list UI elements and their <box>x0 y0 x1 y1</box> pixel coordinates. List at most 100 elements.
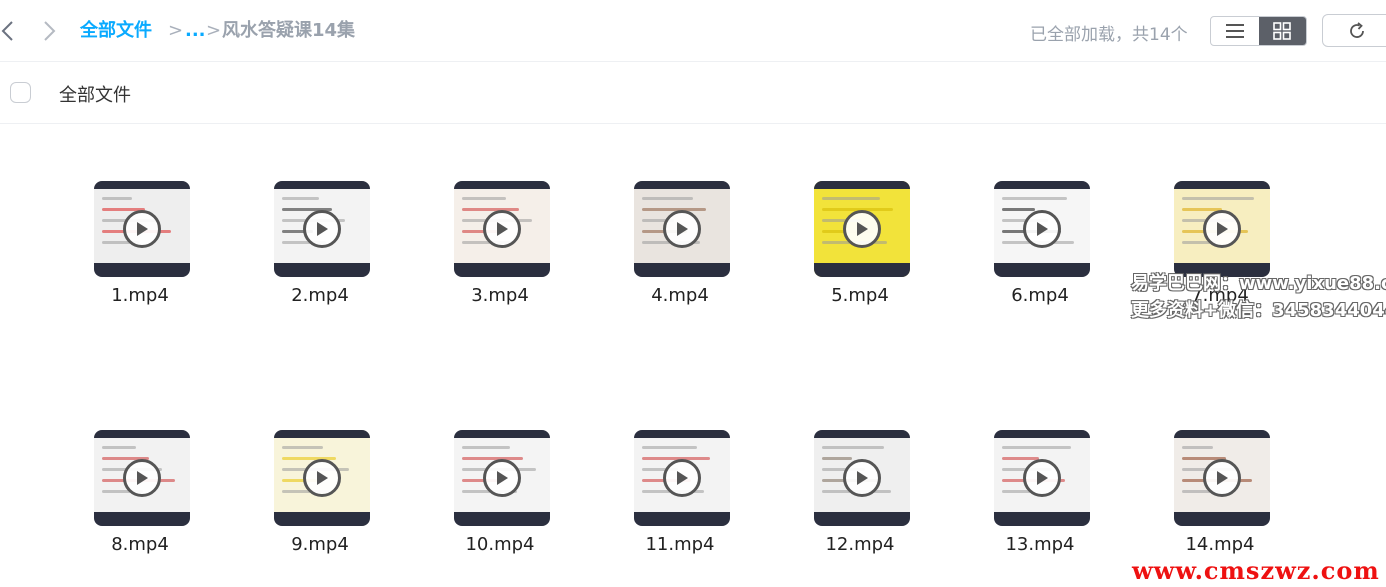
thumbnail-text-line <box>1002 446 1071 449</box>
thumbnail-text-line <box>1002 208 1035 211</box>
thumbnail-bottom-bar <box>274 263 370 277</box>
file-name[interactable]: 9.mp4 <box>250 534 390 555</box>
video-thumbnail[interactable] <box>634 430 730 526</box>
file-tile[interactable]: 11.mp4 <box>610 430 750 570</box>
file-name[interactable]: 11.mp4 <box>610 534 750 555</box>
video-thumbnail[interactable] <box>994 181 1090 277</box>
video-thumbnail[interactable] <box>814 430 910 526</box>
watermark-line-2: 更多资料+微信：3458344044 <box>1131 300 1386 321</box>
thumbnail-text-line <box>1182 446 1213 449</box>
video-thumbnail[interactable] <box>454 430 550 526</box>
file-name[interactable]: 1.mp4 <box>70 285 210 306</box>
file-tile[interactable]: 8.mp4 <box>70 430 210 570</box>
grid-icon <box>1273 22 1292 40</box>
play-icon[interactable] <box>483 459 521 497</box>
watermark-line-3: www.cmszwz.com <box>1132 556 1380 585</box>
file-tile[interactable]: 12.mp4 <box>790 430 930 570</box>
back-arrow-icon[interactable] <box>0 18 18 44</box>
file-name[interactable]: 6.mp4 <box>970 285 1110 306</box>
file-tile[interactable]: 4.mp4 <box>610 181 750 321</box>
file-name[interactable]: 8.mp4 <box>70 534 210 555</box>
thumbnail-top-bar <box>94 181 190 189</box>
file-tile[interactable]: 14.mp4 <box>1150 430 1290 570</box>
play-icon[interactable] <box>1203 459 1241 497</box>
select-all-checkbox[interactable] <box>10 82 31 103</box>
play-icon[interactable] <box>123 459 161 497</box>
list-header-label: 全部文件 <box>59 85 131 106</box>
play-icon[interactable] <box>843 210 881 248</box>
thumbnail-top-bar <box>994 430 1090 438</box>
thumbnail-top-bar <box>274 430 370 438</box>
thumbnail-bottom-bar <box>274 512 370 526</box>
play-icon[interactable] <box>1023 459 1061 497</box>
forward-arrow-icon[interactable] <box>40 18 58 44</box>
thumbnail-bottom-bar <box>94 263 190 277</box>
file-tile[interactable]: 2.mp4 <box>250 181 390 321</box>
file-tile[interactable]: 9.mp4 <box>250 430 390 570</box>
file-name[interactable]: 13.mp4 <box>970 534 1110 555</box>
play-icon[interactable] <box>1023 210 1061 248</box>
thumbnail-top-bar <box>1174 430 1270 438</box>
file-name[interactable]: 10.mp4 <box>430 534 570 555</box>
file-name[interactable]: 12.mp4 <box>790 534 930 555</box>
breadcrumb-ellipsis[interactable]: ... <box>185 19 206 43</box>
view-toggle <box>1210 16 1307 46</box>
file-tile[interactable]: 6.mp4 <box>970 181 1110 321</box>
video-thumbnail[interactable] <box>274 181 370 277</box>
play-icon[interactable] <box>303 210 341 248</box>
video-thumbnail[interactable] <box>814 181 910 277</box>
thumbnail-top-bar <box>814 181 910 189</box>
breadcrumb-separator: > <box>168 20 184 41</box>
file-tile[interactable]: 10.mp4 <box>430 430 570 570</box>
thumbnail-bottom-bar <box>634 512 730 526</box>
thumbnail-text-line <box>462 208 519 211</box>
play-icon[interactable] <box>663 459 701 497</box>
video-thumbnail[interactable] <box>274 430 370 526</box>
thumbnail-text-line <box>822 446 884 449</box>
play-icon[interactable] <box>663 210 701 248</box>
play-icon[interactable] <box>483 210 521 248</box>
file-name[interactable]: 2.mp4 <box>250 285 390 306</box>
thumbnail-top-bar <box>814 430 910 438</box>
list-icon <box>1225 24 1244 38</box>
thumbnail-top-bar <box>634 430 730 438</box>
thumbnail-top-bar <box>274 181 370 189</box>
play-icon[interactable] <box>1203 210 1241 248</box>
file-name[interactable]: 3.mp4 <box>430 285 570 306</box>
video-thumbnail[interactable] <box>454 181 550 277</box>
thumbnail-top-bar <box>454 181 550 189</box>
thumbnail-text-line <box>102 197 132 200</box>
video-thumbnail[interactable] <box>1174 430 1270 526</box>
thumbnail-text-line <box>1182 197 1254 200</box>
grid-view-button[interactable] <box>1258 17 1306 45</box>
thumbnail-text-line <box>282 197 319 200</box>
file-name[interactable]: 5.mp4 <box>790 285 930 306</box>
play-icon[interactable] <box>123 210 161 248</box>
play-icon[interactable] <box>303 459 341 497</box>
thumbnail-bottom-bar <box>814 512 910 526</box>
list-view-button[interactable] <box>1211 17 1259 45</box>
thumbnail-text-line <box>282 446 323 449</box>
video-thumbnail[interactable] <box>94 430 190 526</box>
refresh-icon <box>1350 21 1364 38</box>
thumbnail-bottom-bar <box>814 263 910 277</box>
thumbnail-text-line <box>462 197 506 200</box>
breadcrumb-current: 风水答疑课14集 <box>222 20 356 41</box>
file-name[interactable]: 4.mp4 <box>610 285 750 306</box>
file-tile[interactable]: 13.mp4 <box>970 430 1110 570</box>
load-status: 已全部加载，共14个 <box>1030 25 1188 45</box>
thumbnail-text-line <box>642 197 693 200</box>
file-tile[interactable]: 1.mp4 <box>70 181 210 321</box>
file-tile[interactable]: 3.mp4 <box>430 181 570 321</box>
file-name[interactable]: 14.mp4 <box>1150 534 1290 555</box>
video-thumbnail[interactable] <box>1174 181 1270 277</box>
refresh-button[interactable] <box>1322 14 1386 47</box>
video-thumbnail[interactable] <box>634 181 730 277</box>
thumbnail-top-bar <box>94 430 190 438</box>
play-icon[interactable] <box>843 459 881 497</box>
video-thumbnail[interactable] <box>994 430 1090 526</box>
breadcrumb-root[interactable]: 全部文件 <box>80 19 152 43</box>
file-tile[interactable]: 5.mp4 <box>790 181 930 321</box>
video-thumbnail[interactable] <box>94 181 190 277</box>
thumbnail-bottom-bar <box>94 512 190 526</box>
